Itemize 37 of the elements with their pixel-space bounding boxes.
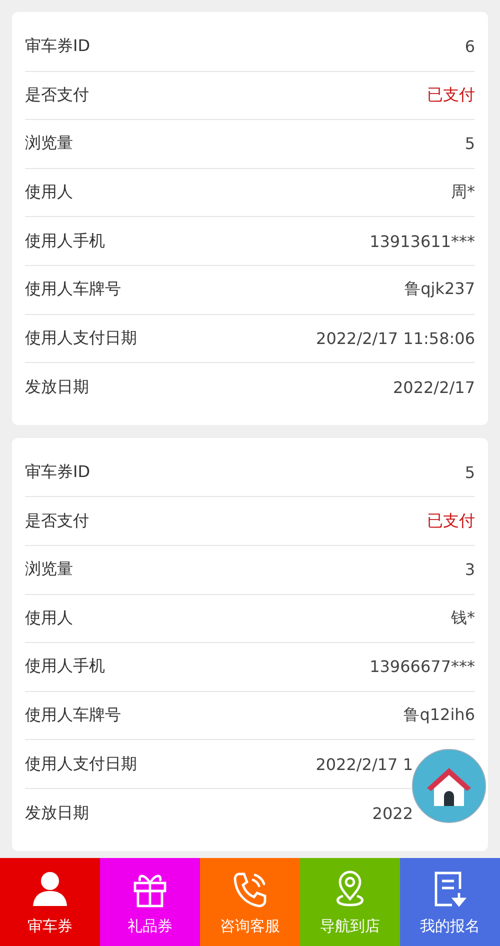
field-label: 发放日期 bbox=[25, 376, 89, 398]
field-value: 3 bbox=[464, 560, 475, 580]
field-value: 已支付 bbox=[427, 84, 475, 106]
field-label: 审车券ID bbox=[25, 462, 90, 484]
field-value: 鲁qjk237 bbox=[404, 279, 475, 300]
field-value: 5 bbox=[464, 463, 475, 482]
field-label: 审车券ID bbox=[25, 36, 90, 58]
field-value: 13966677*** bbox=[370, 657, 475, 676]
nav-tab[interactable]: 审车券 bbox=[0, 858, 100, 946]
nav-tab[interactable]: 导航到店 bbox=[300, 858, 400, 946]
field-value: 13913611*** bbox=[370, 232, 475, 251]
nav-tab[interactable]: 咨询客服 bbox=[200, 858, 300, 946]
field-value: 2022/2/17 1 bbox=[316, 754, 413, 774]
field-label: 浏览量 bbox=[25, 133, 73, 154]
field-value: 周* bbox=[451, 182, 475, 204]
field-value: 2022/2/17 bbox=[392, 378, 475, 397]
field-label: 使用人手机 bbox=[25, 656, 105, 678]
field-label: 浏览量 bbox=[25, 559, 73, 580]
field-label: 是否支付 bbox=[25, 84, 89, 106]
field-value: 2022 bbox=[372, 804, 413, 823]
field-label: 使用人支付日期 bbox=[25, 754, 137, 775]
field-value: 2022/2/17 11:58:06 bbox=[316, 328, 475, 348]
field-value: 6 bbox=[464, 37, 475, 56]
field-value: 5 bbox=[464, 134, 475, 154]
field-label: 使用人 bbox=[25, 608, 73, 629]
field-value: 已支付 bbox=[427, 510, 475, 532]
field-value: 鲁q12ih6 bbox=[404, 705, 475, 726]
nav-tab[interactable]: 我的报名 bbox=[400, 858, 500, 946]
field-value: 钱* bbox=[451, 608, 475, 629]
field-label: 使用人手机 bbox=[25, 230, 105, 252]
field-label: 使用人 bbox=[25, 182, 73, 204]
field-label: 使用人车牌号 bbox=[25, 279, 121, 300]
field-label: 使用人车牌号 bbox=[25, 705, 121, 726]
field-label: 使用人支付日期 bbox=[25, 328, 137, 349]
field-label: 发放日期 bbox=[25, 802, 89, 824]
field-label: 是否支付 bbox=[25, 510, 89, 532]
nav-tab[interactable]: 礼品券 bbox=[100, 858, 200, 946]
